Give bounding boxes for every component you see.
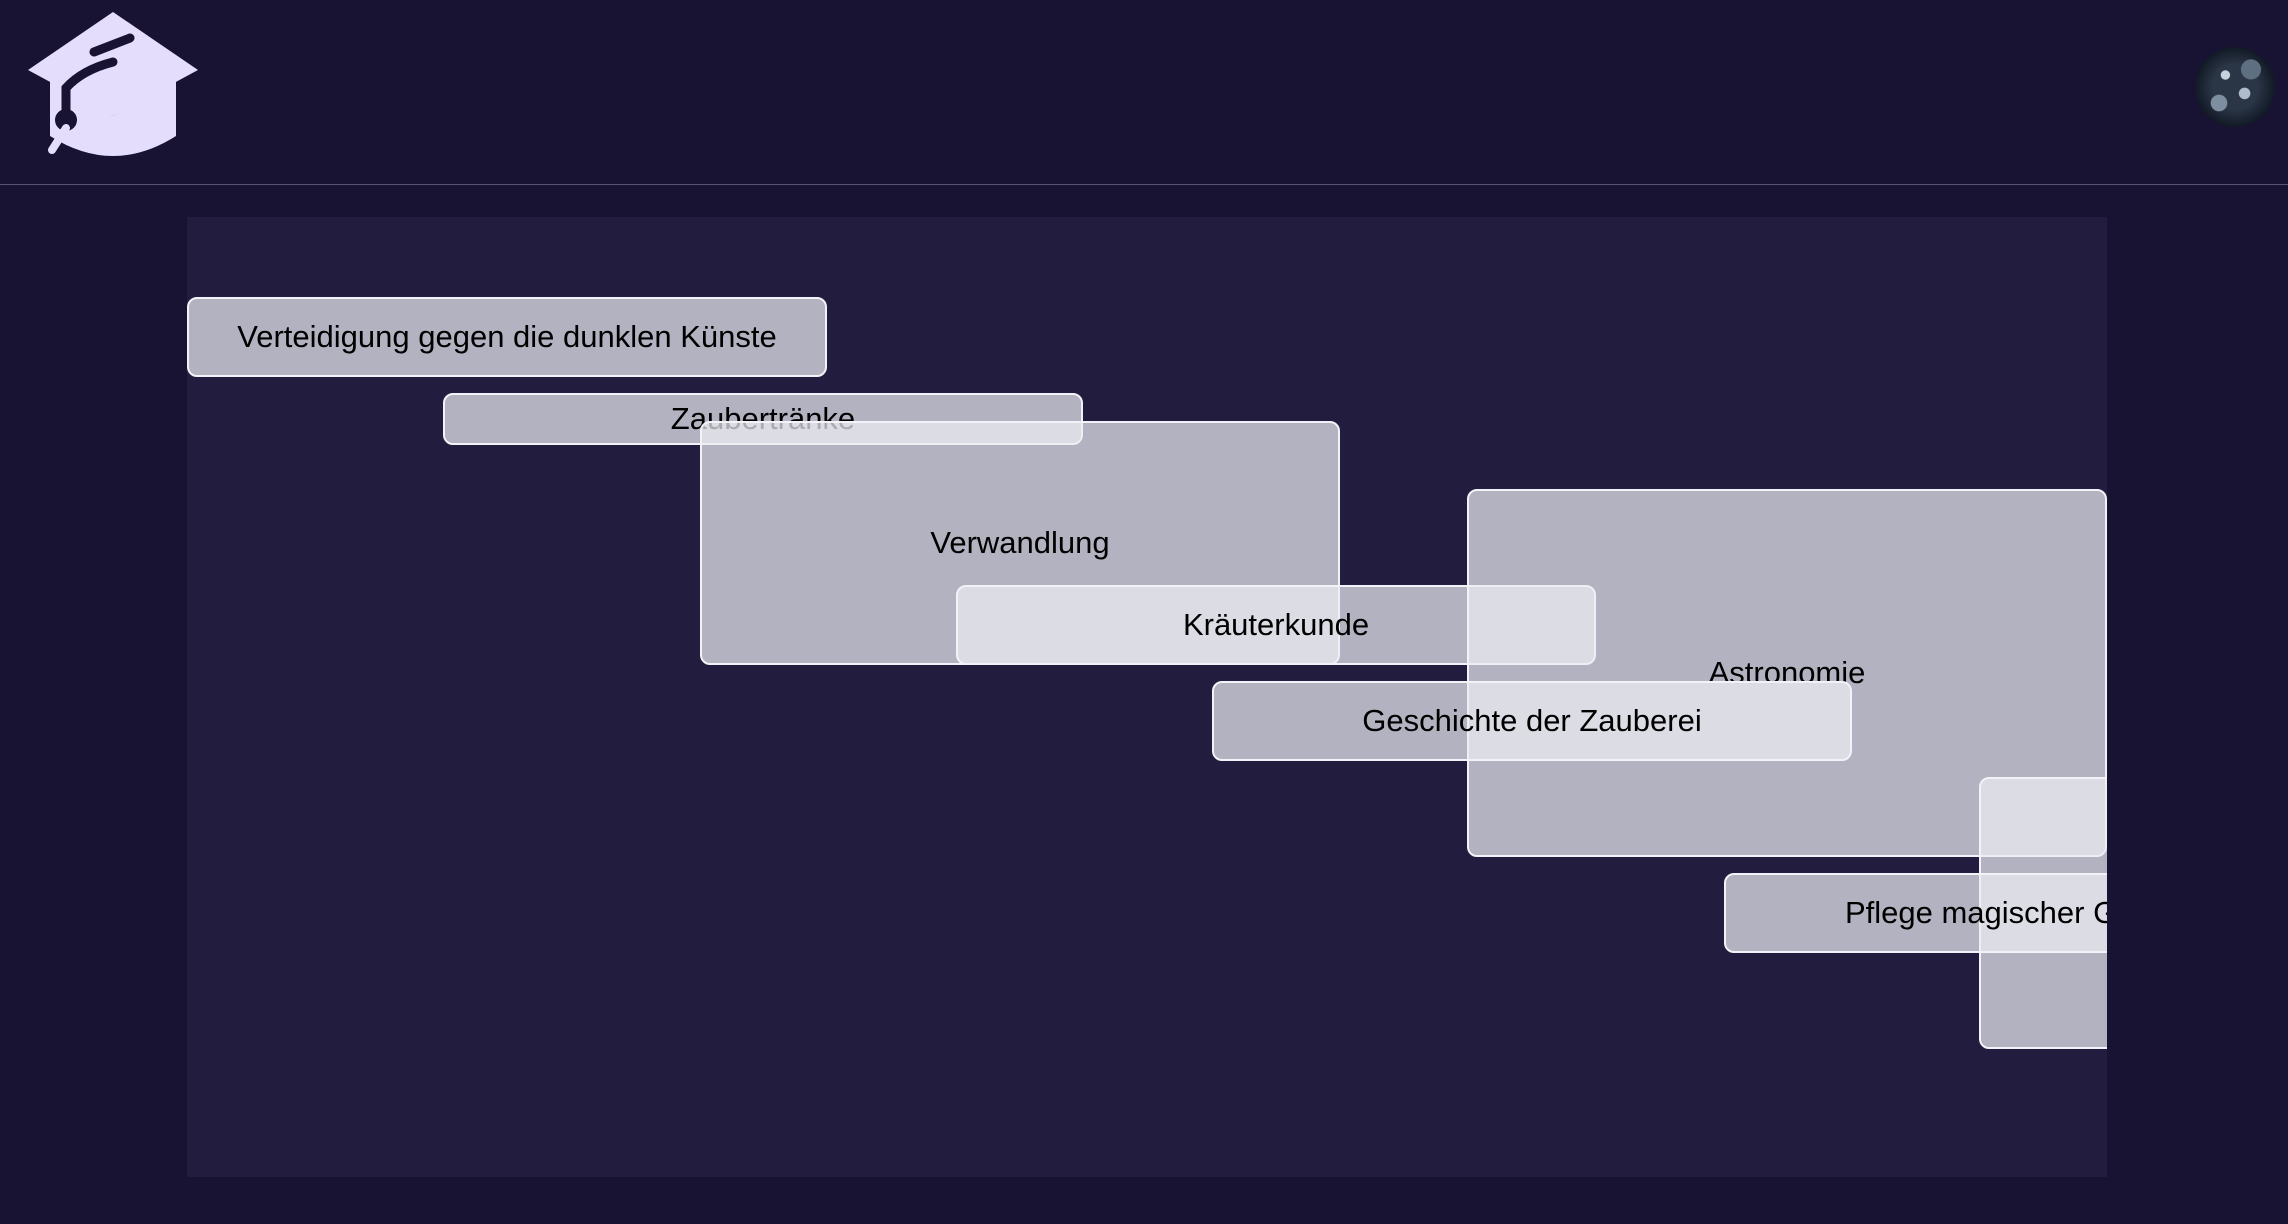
course-label: Verwandlung bbox=[930, 525, 1110, 560]
course-block[interactable]: Geschichte der Zauberei bbox=[1212, 681, 1852, 761]
course-label: Pflege magischer Geschöpfe bbox=[1844, 895, 2107, 930]
course-label: Geschichte der Zauberei bbox=[1362, 703, 1702, 738]
course-label: Verteidigung gegen die dunklen Künste bbox=[237, 319, 777, 354]
course-block[interactable]: Pflege magischer Geschöpfe bbox=[1724, 873, 2107, 953]
user-avatar[interactable] bbox=[2195, 47, 2275, 127]
course-block[interactable]: Verteidigung gegen die dunklen Künste bbox=[187, 297, 827, 377]
top-bar bbox=[0, 0, 2288, 185]
course-canvas: Verteidigung gegen die dunklen Künste Za… bbox=[187, 217, 2107, 1177]
course-label: Kräuterkunde bbox=[1182, 607, 1370, 642]
graduation-cap-icon[interactable] bbox=[22, 8, 204, 163]
